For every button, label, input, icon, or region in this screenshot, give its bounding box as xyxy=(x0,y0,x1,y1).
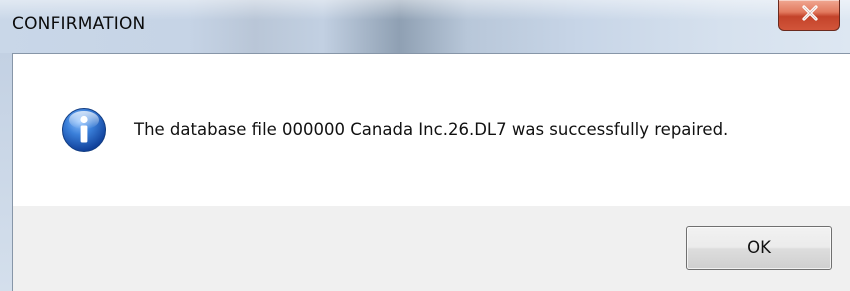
title-bar[interactable]: CONFIRMATION xyxy=(0,0,850,53)
message-text: The database file 000000 Canada Inc.26.D… xyxy=(134,120,729,139)
button-bar: OK xyxy=(13,206,850,291)
dialog-title: CONFIRMATION xyxy=(12,14,146,34)
close-button[interactable] xyxy=(778,0,840,31)
confirmation-dialog: CONFIRMATION The database file 000000 Ca… xyxy=(0,0,850,291)
ok-button[interactable]: OK xyxy=(686,226,832,270)
dialog-content: The database file 000000 Canada Inc.26.D… xyxy=(12,53,850,291)
close-icon xyxy=(802,5,818,21)
window-frame xyxy=(0,53,12,291)
information-icon xyxy=(62,108,106,152)
message-area: The database file 000000 Canada Inc.26.D… xyxy=(13,54,850,206)
